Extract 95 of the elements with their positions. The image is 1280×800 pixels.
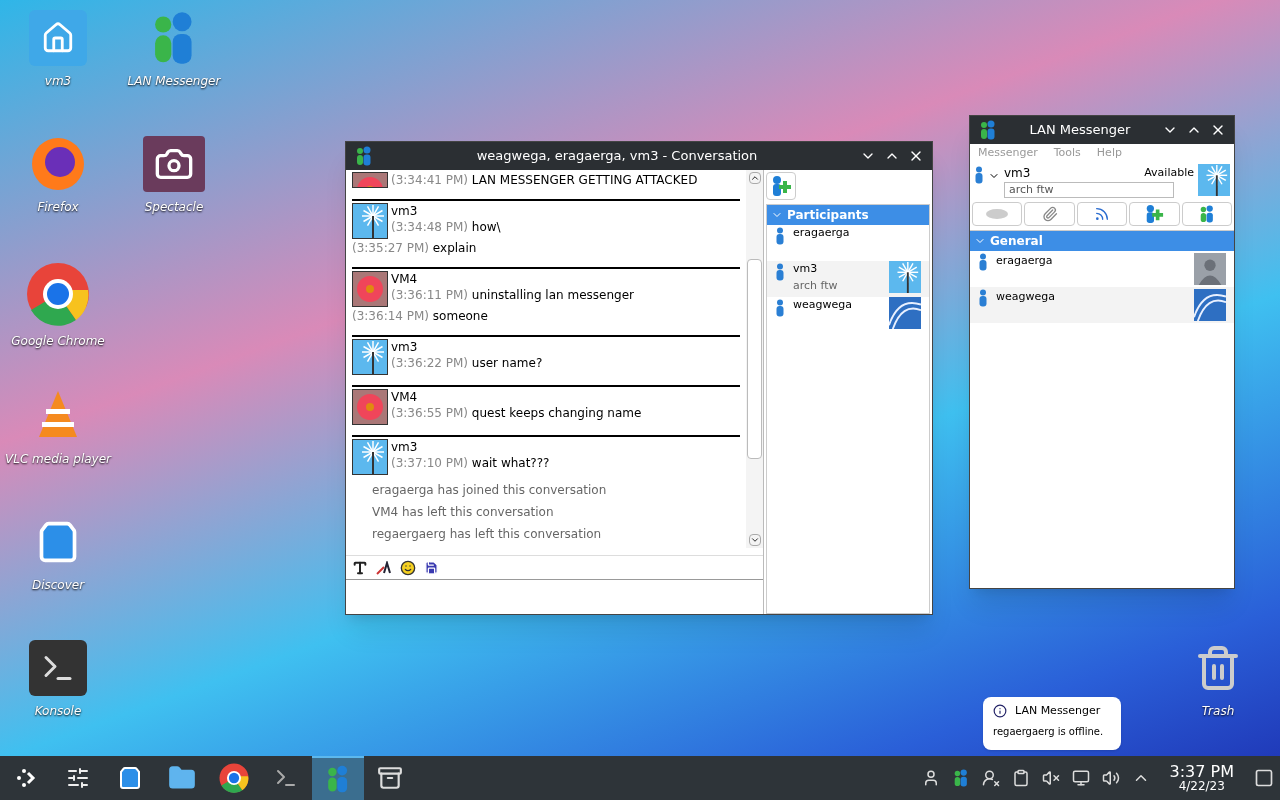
person-icon bbox=[775, 299, 785, 317]
user-status-icon bbox=[981, 769, 1000, 787]
participant-name: eragaerga bbox=[793, 225, 851, 241]
participant-name: weagwega bbox=[793, 297, 853, 313]
notification-title: LAN Messenger bbox=[1015, 703, 1101, 719]
group-header[interactable]: Participants bbox=[767, 205, 929, 225]
font-color-icon[interactable] bbox=[376, 560, 392, 575]
windmill-photo bbox=[1198, 164, 1230, 196]
people-logo-icon bbox=[978, 120, 998, 140]
smiley-icon[interactable] bbox=[400, 559, 416, 576]
info-icon bbox=[993, 704, 1007, 719]
desktop-icon-label[interactable]: Google Chrome bbox=[11, 332, 105, 350]
status-notice: regaergaerg has left this conversation bbox=[372, 526, 603, 543]
group-header[interactable]: General bbox=[970, 231, 1234, 251]
person-icon bbox=[775, 227, 785, 245]
menu-item[interactable]: Help bbox=[1096, 144, 1122, 162]
muted-speaker-icon bbox=[1041, 769, 1060, 787]
sender-name: VM4 bbox=[391, 389, 419, 405]
chat-message: (3:37:10 PM) wait what??? bbox=[391, 455, 550, 472]
contact-name: eragaerga bbox=[996, 253, 1054, 269]
rollercoaster-photo bbox=[889, 297, 921, 329]
status-label[interactable]: Available bbox=[1144, 164, 1194, 182]
window-title: weagwega, eragaerga, vm3 - Conversation bbox=[475, 147, 759, 166]
windmill-photo bbox=[353, 204, 387, 238]
contact-row[interactable]: weagwega bbox=[970, 287, 1234, 323]
flower-photo bbox=[353, 272, 387, 306]
broadcast-icon bbox=[1094, 206, 1110, 222]
sender-name: vm3 bbox=[391, 203, 419, 219]
clock[interactable]: 3:37 PM 4/22/23 bbox=[1161, 764, 1242, 792]
person-icon bbox=[978, 253, 988, 271]
status-notice: eragaerga has joined this conversation bbox=[372, 482, 608, 499]
chat-bubble-icon bbox=[985, 208, 1010, 220]
desktop-icon-label[interactable]: vm3 bbox=[44, 72, 72, 90]
network-icon bbox=[1071, 769, 1090, 787]
flower-photo bbox=[353, 390, 387, 424]
windmill-photo bbox=[353, 440, 387, 474]
notification-text: regaergaerg is offline. bbox=[993, 724, 1105, 739]
browser-fox-icon[interactable] bbox=[30, 136, 86, 192]
window-title: LAN Messenger bbox=[1028, 121, 1132, 140]
desktop-icon-label[interactable]: Discover bbox=[31, 576, 85, 594]
desktop-icon-label[interactable]: VLC media player bbox=[5, 450, 111, 468]
person-icon bbox=[775, 263, 785, 281]
windmill-photo bbox=[353, 340, 387, 374]
home-folder-icon[interactable] bbox=[29, 10, 87, 66]
contact-name: weagwega bbox=[996, 289, 1056, 305]
user-name: vm3 bbox=[1004, 165, 1031, 182]
group-name: General bbox=[990, 233, 1043, 250]
chat-message: (3:35:27 PM) explain bbox=[352, 240, 478, 257]
sender-name: vm3 bbox=[391, 439, 419, 455]
file-button[interactable] bbox=[1024, 202, 1075, 226]
participant-row[interactable]: weagwega bbox=[767, 297, 929, 333]
scrollbar[interactable] bbox=[746, 170, 763, 548]
chat-message: (3:36:11 PM) uninstalling lan messenger bbox=[391, 287, 634, 304]
camera-icon[interactable] bbox=[143, 136, 205, 192]
status-notice: VM4 has left this conversation bbox=[372, 504, 555, 521]
save-icon[interactable] bbox=[424, 560, 439, 575]
desktop-icon-label[interactable]: LAN Messenger bbox=[127, 72, 221, 90]
desktop-icon-label[interactable]: Spectacle bbox=[144, 198, 204, 216]
person-silhouette bbox=[1194, 253, 1226, 285]
broadcast-button[interactable] bbox=[1076, 202, 1128, 226]
volume-icon bbox=[1101, 769, 1120, 787]
group-button[interactable] bbox=[1181, 202, 1233, 226]
participant-name: vm3 bbox=[793, 261, 819, 277]
participant-row[interactable]: vm3 arch ftw bbox=[767, 261, 929, 297]
chat-message: (3:34:48 PM) how\ bbox=[391, 219, 501, 236]
menu-item[interactable]: Tools bbox=[1053, 144, 1081, 162]
chat-message: (3:36:22 PM) user name? bbox=[391, 355, 543, 372]
paperclip-icon bbox=[1041, 206, 1058, 222]
contact-row[interactable]: eragaerga bbox=[970, 251, 1234, 287]
group-name: Participants bbox=[787, 207, 869, 224]
chat-message: (3:36:55 PM) quest keeps changing name bbox=[391, 405, 642, 422]
add-contact-button[interactable] bbox=[1129, 202, 1180, 226]
note-field[interactable]: arch ftw bbox=[1004, 182, 1174, 198]
show-desktop-icon bbox=[1254, 768, 1274, 788]
windmill-photo bbox=[889, 261, 921, 293]
rollercoaster-photo bbox=[1194, 289, 1226, 321]
desktop-icon-label[interactable]: Konsole bbox=[34, 702, 82, 720]
sender-name: VM4 bbox=[391, 271, 419, 287]
scroll-down-icon bbox=[748, 534, 761, 546]
person-icon bbox=[978, 289, 988, 307]
participant-note: arch ftw bbox=[793, 277, 839, 294]
desktop-icon-label[interactable]: Firefox bbox=[37, 198, 79, 216]
desktop-icon-label[interactable]: Trash bbox=[1201, 702, 1235, 720]
sender-name: vm3 bbox=[391, 339, 419, 355]
clipboard-icon bbox=[1011, 769, 1030, 787]
participant-row[interactable]: eragaerga bbox=[767, 225, 929, 261]
chat-message: (3:34:41 PM) LAN MESSENGER GETTING ATTACKED bbox=[391, 172, 698, 189]
add-contact-button[interactable] bbox=[766, 172, 796, 200]
menu-item[interactable]: Messenger bbox=[978, 144, 1038, 162]
person-icon bbox=[974, 166, 984, 184]
scroll-up-icon bbox=[748, 172, 761, 184]
people-logo-icon bbox=[354, 146, 374, 166]
font-icon[interactable] bbox=[352, 559, 368, 576]
terminal-icon[interactable] bbox=[29, 640, 87, 696]
chat-message: (3:36:14 PM) someone bbox=[352, 308, 489, 325]
